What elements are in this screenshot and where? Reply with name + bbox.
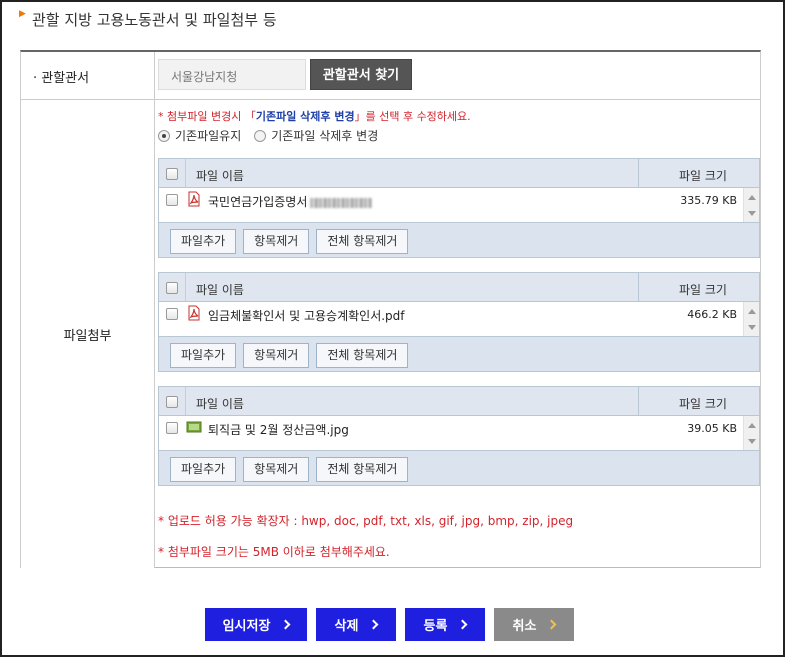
title-marker-icon: ▶ xyxy=(19,9,26,19)
allowed-extensions-notice: * 업로드 허용 가능 확장자 : hwp, doc, pdf, txt, xl… xyxy=(158,514,574,528)
file-size: 335.79 KB xyxy=(680,194,737,207)
cancel-button[interactable]: 취소 xyxy=(494,608,574,641)
remove-item-button[interactable]: 항목제거 xyxy=(243,229,310,254)
file-size-limit-notice: * 첨부파일 크기는 5MB 이하로 첨부해주세요. xyxy=(158,545,390,559)
select-all-checkbox[interactable] xyxy=(166,282,178,294)
delete-button[interactable]: 삭제 xyxy=(316,608,396,641)
chevron-right-icon xyxy=(458,619,468,630)
column-file-name: 파일 이름 xyxy=(196,283,244,297)
change-notice-highlight: 기존파일 삭제후 변경 xyxy=(255,110,355,123)
chevron-right-icon xyxy=(369,619,379,630)
remove-all-items-button[interactable]: 전체 항목제거 xyxy=(316,457,409,482)
scroll-down-icon[interactable] xyxy=(748,325,756,330)
file-name: 퇴직금 및 2월 정산금액.jpg xyxy=(208,423,349,437)
file-uploader-2: 파일 이름 파일 크기 임금체불확인서 및 고용승계확인서.pdf 466.2 … xyxy=(158,272,760,372)
chevron-right-icon xyxy=(280,619,291,630)
scroll-up-icon[interactable] xyxy=(748,309,756,314)
file-option-radios: 기존파일유지 기존파일 삭제후 변경 xyxy=(158,127,391,144)
column-file-size: 파일 크기 xyxy=(679,397,727,411)
form-actions: 임시저장 삭제 등록 취소 xyxy=(205,608,583,641)
column-file-name: 파일 이름 xyxy=(196,169,244,183)
file-list: 국민연금가입증명서 335.79 KB xyxy=(159,188,759,223)
column-file-size: 파일 크기 xyxy=(679,283,727,297)
office-row: · 관할관서 서울강남지청 관할관서 찾기 xyxy=(21,52,760,100)
file-size: 466.2 KB xyxy=(687,308,737,321)
file-row-checkbox[interactable] xyxy=(166,422,178,434)
redacted-text xyxy=(310,197,373,208)
register-button[interactable]: 등록 xyxy=(405,608,485,641)
file-list: 퇴직금 및 2월 정산금액.jpg 39.05 KB xyxy=(159,416,759,451)
file-list-scrollbar[interactable] xyxy=(743,302,759,336)
column-file-name: 파일 이름 xyxy=(196,397,244,411)
file-name: 임금체불확인서 및 고용승계확인서.pdf xyxy=(208,309,405,323)
select-all-checkbox[interactable] xyxy=(166,168,178,180)
file-list: 임금체불확인서 및 고용승계확인서.pdf 466.2 KB xyxy=(159,302,759,337)
change-notice: * 첨부파일 변경시 「기존파일 삭제후 변경」를 선택 후 수정하세요. xyxy=(158,108,471,124)
find-office-button[interactable]: 관할관서 찾기 xyxy=(310,59,412,90)
add-file-button[interactable]: 파일추가 xyxy=(170,229,237,254)
scroll-down-icon[interactable] xyxy=(748,211,756,216)
radio-replace-label[interactable]: 기존파일 삭제후 변경 xyxy=(271,127,378,144)
pdf-icon xyxy=(188,191,200,207)
cancel-label: 취소 xyxy=(512,619,537,634)
add-file-button[interactable]: 파일추가 xyxy=(170,457,237,482)
remove-all-items-button[interactable]: 전체 항목제거 xyxy=(316,343,409,368)
remove-item-button[interactable]: 항목제거 xyxy=(243,457,310,482)
file-list-scrollbar[interactable] xyxy=(743,416,759,450)
jpg-icon xyxy=(186,421,202,433)
uploader-actions: 파일추가 항목제거 전체 항목제거 xyxy=(170,229,415,254)
uploader-header: 파일 이름 파일 크기 xyxy=(159,273,759,302)
file-size: 39.05 KB xyxy=(687,422,737,435)
form-table: · 관할관서 서울강남지청 관할관서 찾기 파일첨부 * 첨부파일 변경시 「기… xyxy=(20,50,761,568)
files-row: 파일첨부 * 첨부파일 변경시 「기존파일 삭제후 변경」를 선택 후 수정하세… xyxy=(21,100,760,568)
change-notice-suffix: 」를 선택 후 수정하세요. xyxy=(354,110,471,123)
scroll-down-icon[interactable] xyxy=(748,439,756,444)
register-label: 등록 xyxy=(423,619,448,634)
chevron-right-icon xyxy=(547,619,557,630)
file-name-text: 국민연금가입증명서 xyxy=(208,195,308,209)
scroll-up-icon[interactable] xyxy=(748,423,756,428)
uploader-header: 파일 이름 파일 크기 xyxy=(159,387,759,416)
file-list-scrollbar[interactable] xyxy=(743,188,759,222)
office-input[interactable]: 서울강남지청 xyxy=(158,59,306,90)
remove-item-button[interactable]: 항목제거 xyxy=(243,343,310,368)
file-uploader-1: 파일 이름 파일 크기 국민연금가입증명서 335.79 KB 파일추가 항목제… xyxy=(158,158,760,258)
file-row-checkbox[interactable] xyxy=(166,194,178,206)
uploader-header: 파일 이름 파일 크기 xyxy=(159,159,759,188)
scroll-up-icon[interactable] xyxy=(748,195,756,200)
radio-replace-existing[interactable] xyxy=(254,129,267,142)
remove-all-items-button[interactable]: 전체 항목제거 xyxy=(316,229,409,254)
change-notice-prefix: * 첨부파일 변경시 「 xyxy=(158,110,256,123)
file-name: 국민연금가입증명서 xyxy=(208,193,373,210)
radio-keep-label[interactable]: 기존파일유지 xyxy=(175,127,241,144)
files-label: 파일첨부 xyxy=(63,328,112,344)
uploader-actions: 파일추가 항목제거 전체 항목제거 xyxy=(170,343,415,368)
radio-keep-existing[interactable] xyxy=(158,129,170,142)
files-label-cell: 파일첨부 xyxy=(21,100,155,568)
office-label: · 관할관서 xyxy=(21,52,155,99)
file-row-checkbox[interactable] xyxy=(166,308,178,320)
column-file-size: 파일 크기 xyxy=(679,169,727,183)
add-file-button[interactable]: 파일추가 xyxy=(170,343,237,368)
section-title: ▶ 관할 지방 고용노동관서 및 파일첨부 등 xyxy=(19,9,277,30)
uploader-actions: 파일추가 항목제거 전체 항목제거 xyxy=(170,457,415,482)
file-uploader-3: 파일 이름 파일 크기 퇴직금 및 2월 정산금액.jpg 39.05 KB 파… xyxy=(158,386,760,486)
temp-save-button[interactable]: 임시저장 xyxy=(205,608,307,641)
pdf-icon xyxy=(188,305,200,321)
section-title-text: 관할 지방 고용노동관서 및 파일첨부 등 xyxy=(32,11,277,29)
select-all-checkbox[interactable] xyxy=(166,396,178,408)
delete-label: 삭제 xyxy=(334,619,359,634)
temp-save-label: 임시저장 xyxy=(222,619,271,634)
